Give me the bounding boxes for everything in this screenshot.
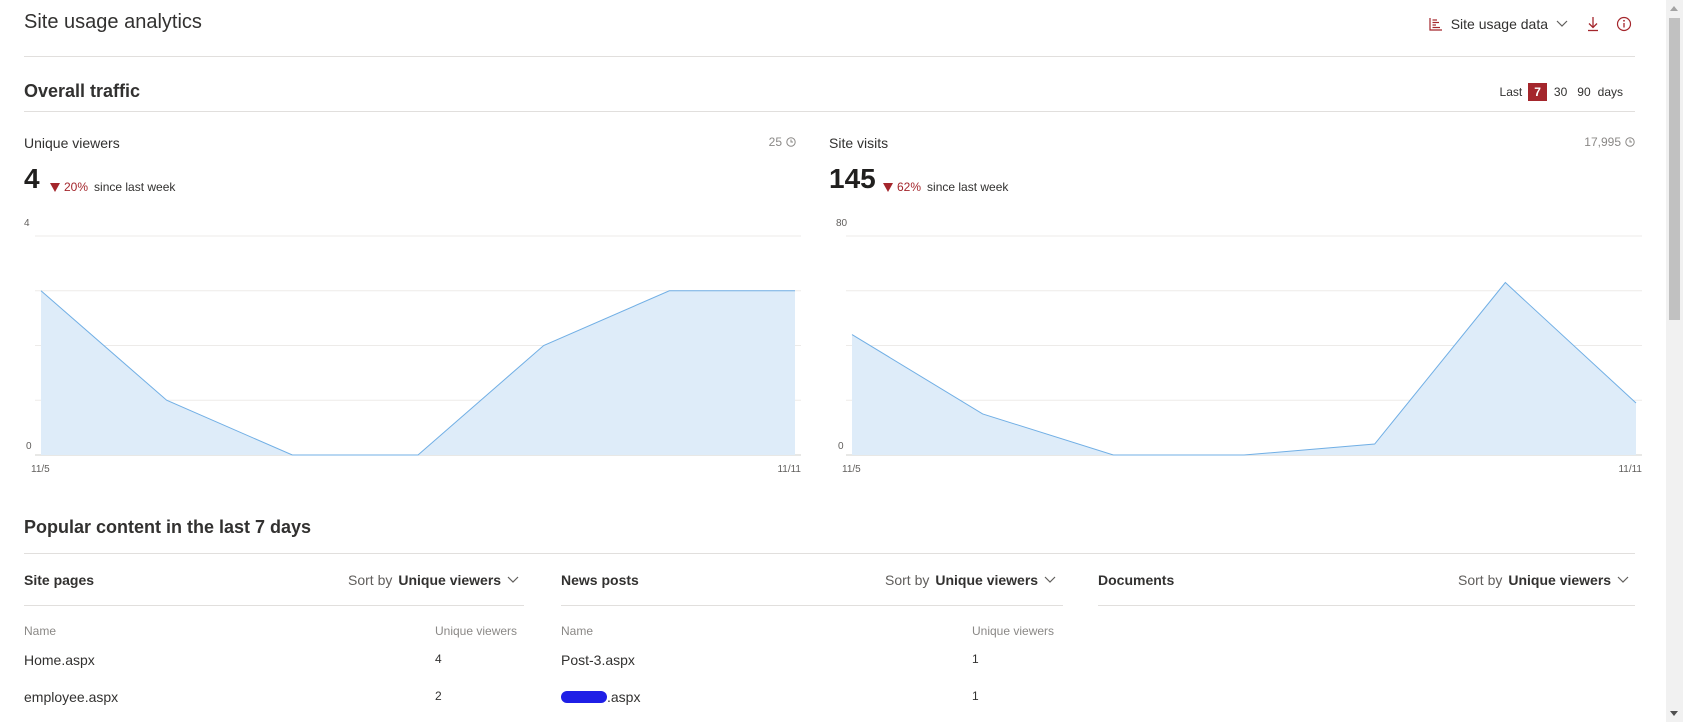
post-name-text: .aspx (607, 689, 641, 705)
y-tick-label: 0 (26, 441, 32, 452)
documents-title: Documents (1098, 572, 1175, 588)
report-icon (1429, 17, 1443, 31)
post-name-link[interactable]: Post-3.aspx (561, 652, 635, 668)
metric-change-percent: 20% (50, 180, 88, 194)
metric-total: 25 (769, 135, 796, 149)
scrollbar-thumb[interactable] (1669, 18, 1680, 320)
metric-value: 4 (24, 163, 40, 194)
metric-change: 20% since last week (50, 180, 175, 194)
page-name-link[interactable]: employee.aspx (24, 689, 118, 705)
chevron-down-icon (1617, 576, 1629, 583)
metric-change-since: since last week (94, 180, 176, 194)
post-viewer-count: 1 (972, 689, 979, 703)
unique-viewers-chart: 4 0 11/5 11/11 (24, 218, 801, 475)
site-usage-data-label: Site usage data (1450, 16, 1548, 32)
post-name-link[interactable]: .aspx (561, 689, 640, 705)
metric-change-since: since last week (927, 180, 1009, 194)
metric-total: 17,995 (1584, 135, 1635, 149)
area-fill (41, 290, 795, 455)
news-posts-header-count: Unique viewers (972, 624, 1055, 638)
download-icon[interactable] (1586, 16, 1600, 32)
metric-total-value: 17,995 (1584, 135, 1621, 149)
y-tick-label: 0 (838, 441, 844, 452)
documents-sort-dropdown[interactable]: Sort by Unique viewers (1458, 572, 1629, 588)
down-triangle-icon (883, 182, 893, 192)
site-usage-page: Site usage analytics Site usage data Ove… (0, 0, 1666, 722)
x-tick-label: 11/5 (842, 464, 861, 475)
sort-label: Sort by (348, 572, 393, 588)
x-tick-label: 11/11 (777, 464, 801, 475)
metric-label: Unique viewers (24, 135, 120, 151)
header-actions: Site usage data (1429, 16, 1632, 32)
overall-traffic-divider (24, 111, 1635, 112)
x-tick-label: 11/11 (1618, 464, 1642, 475)
news-posts-sort-dropdown[interactable]: Sort by Unique viewers (885, 572, 1056, 588)
sort-label: Sort by (885, 572, 930, 588)
metric-change-value: 62% (897, 180, 922, 194)
metric-label: Site visits (829, 135, 889, 151)
range-option-30[interactable]: 30 (1551, 83, 1570, 101)
y-tick-label: 80 (836, 218, 848, 229)
redaction-mark (561, 691, 607, 703)
metric-change: 62% since last week (883, 180, 1008, 194)
popular-content-title: Popular content in the last 7 days (24, 517, 312, 537)
sort-label: Sort by (1458, 572, 1503, 588)
page-title: Site usage analytics (24, 11, 202, 33)
post-viewer-count: 1 (972, 652, 979, 666)
page-viewer-count: 2 (435, 689, 442, 703)
scroll-down-arrow-icon[interactable] (1670, 711, 1678, 716)
overall-traffic-title: Overall traffic (24, 81, 141, 101)
y-tick-label: 4 (24, 218, 30, 229)
chevron-down-icon (1556, 20, 1568, 28)
clock-icon (786, 137, 796, 147)
page-name-link[interactable]: Home.aspx (24, 652, 95, 668)
vertical-scrollbar[interactable] (1666, 0, 1683, 722)
down-triangle-icon (50, 182, 60, 192)
time-range-selector: Last 7 30 90 days (1500, 83, 1623, 101)
popular-content-divider (24, 553, 1635, 554)
site-usage-data-button[interactable]: Site usage data (1429, 16, 1568, 32)
metric-change-value: 20% (64, 180, 89, 194)
info-icon[interactable] (1616, 16, 1632, 32)
scroll-up-arrow-icon[interactable] (1670, 6, 1678, 11)
site-pages-header-name: Name (24, 624, 57, 638)
site-pages-sort-dropdown[interactable]: Sort by Unique viewers (348, 572, 519, 588)
chevron-down-icon (1044, 576, 1056, 583)
documents-divider (1098, 605, 1635, 606)
news-posts-header-name: Name (561, 624, 594, 638)
news-posts-divider (561, 605, 1063, 606)
page-viewer-count: 4 (435, 652, 442, 666)
range-suffix: days (1597, 85, 1623, 99)
range-option-90[interactable]: 90 (1574, 83, 1593, 101)
clock-icon (1625, 137, 1635, 147)
sort-value: Unique viewers (935, 572, 1039, 588)
metric-total-value: 25 (768, 135, 782, 149)
sort-value: Unique viewers (1508, 572, 1612, 588)
metric-change-percent: 62% (883, 180, 921, 194)
metric-value: 145 (829, 163, 876, 194)
range-prefix: Last (1499, 85, 1523, 99)
site-pages-divider (24, 605, 524, 606)
header-divider (24, 56, 1635, 57)
area-fill (852, 282, 1636, 455)
news-posts-title: News posts (561, 572, 639, 588)
chevron-down-icon (507, 576, 519, 583)
range-option-7[interactable]: 7 (1528, 83, 1547, 101)
site-pages-header-count: Unique viewers (435, 624, 518, 638)
site-visits-chart: 80 0 11/5 11/11 (836, 218, 1642, 475)
sort-value: Unique viewers (398, 572, 502, 588)
x-tick-label: 11/5 (31, 464, 50, 475)
site-pages-title: Site pages (24, 572, 95, 588)
